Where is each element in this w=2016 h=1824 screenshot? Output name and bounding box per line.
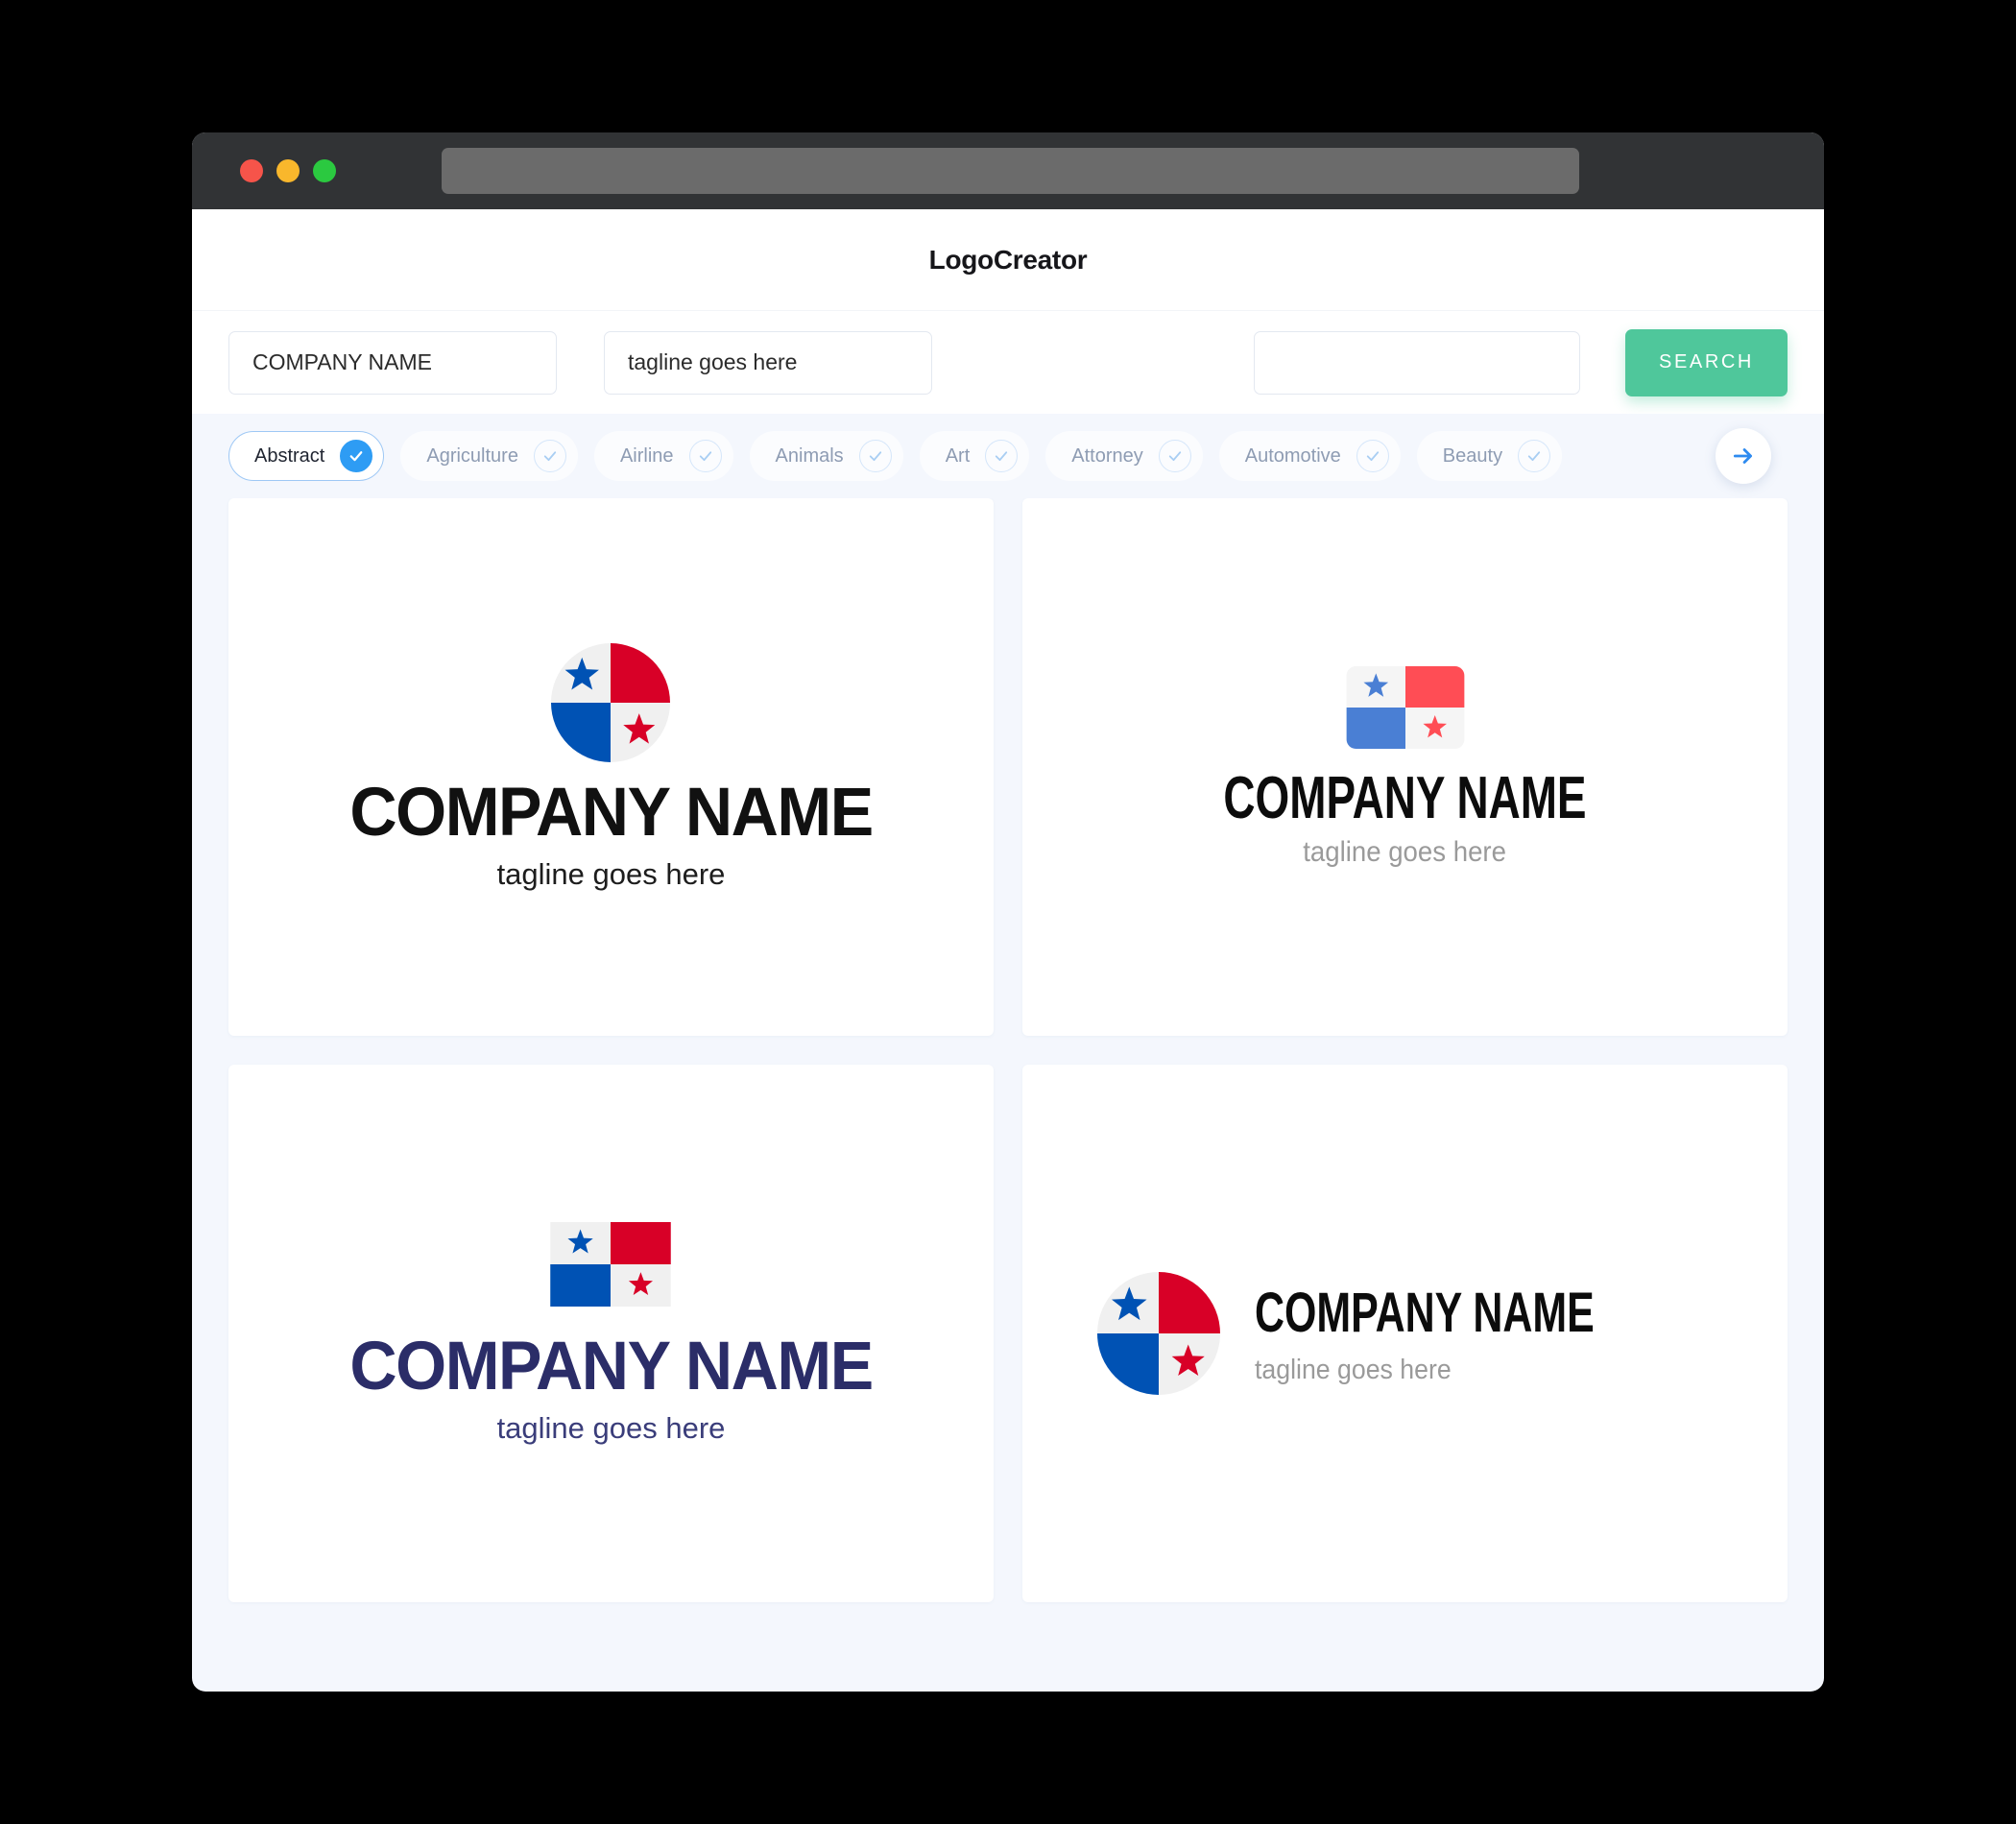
category-chip-label: Beauty [1442, 444, 1503, 467]
panama-flag-rect-icon [550, 1221, 672, 1307]
logo-mark [550, 1221, 672, 1307]
logo-company-name: COMPANY NAME [1223, 764, 1587, 831]
keyword-input[interactable] [1254, 330, 1580, 395]
tagline-input[interactable] [604, 330, 932, 395]
logo-tagline: tagline goes here [1303, 835, 1507, 868]
close-window-button[interactable] [240, 159, 263, 182]
browser-titlebar [192, 132, 1824, 209]
category-chip-art[interactable]: Art [919, 431, 1030, 481]
minimize-window-button[interactable] [276, 159, 300, 182]
logo-tagline: tagline goes here [496, 1410, 726, 1445]
category-chip-list: Abstract Agriculture Airline Animals Art Atto… [228, 431, 1563, 481]
category-chip-automotive[interactable]: Automotive [1218, 431, 1401, 481]
panama-flag-rect-icon [1346, 665, 1464, 749]
check-icon [858, 440, 892, 472]
category-chip-label: Airline [619, 444, 674, 467]
arrow-right-icon [1733, 448, 1752, 464]
next-categories-button[interactable] [1716, 428, 1771, 484]
category-chip-agriculture[interactable]: Agriculture [400, 431, 578, 481]
check-icon [985, 440, 1019, 472]
logo-mark [551, 642, 671, 762]
browser-window: LogoCreator SEARCH Abstract Agriculture Ai… [192, 132, 1824, 1692]
category-chip-label: Art [945, 444, 971, 467]
category-chip-beauty[interactable]: Beauty [1416, 431, 1563, 481]
logo-text-block: COMPANY NAME tagline goes here [339, 762, 883, 892]
logo-company-name: COMPANY NAME [349, 1328, 874, 1404]
category-chip-animals[interactable]: Animals [749, 431, 903, 481]
category-chip-airline[interactable]: Airline [593, 431, 733, 481]
check-icon [1158, 440, 1191, 472]
logo-result-card[interactable]: COMPANY NAME tagline goes here [1022, 498, 1788, 1036]
address-bar[interactable] [442, 148, 1579, 194]
category-chip-label: Automotive [1244, 444, 1341, 467]
category-chip-label: Abstract [254, 444, 325, 467]
category-chip-attorney[interactable]: Attorney [1045, 431, 1203, 481]
check-icon [340, 440, 373, 472]
logo-preview: COMPANY NAME tagline goes here [1160, 665, 1650, 869]
search-bar: SEARCH [192, 310, 1824, 414]
logo-tagline: tagline goes here [1254, 1355, 1452, 1385]
check-icon [533, 440, 566, 472]
logo-tagline: tagline goes here [496, 856, 726, 891]
company-name-input[interactable] [228, 330, 557, 395]
category-chip-abstract[interactable]: Abstract [228, 431, 385, 481]
maximize-window-button[interactable] [313, 159, 336, 182]
logo-text-block: COMPANY NAME tagline goes here [339, 1307, 883, 1446]
logo-result-card[interactable]: COMPANY NAME tagline goes here [228, 1065, 994, 1602]
logo-preview: COMPANY NAME tagline goes here [339, 642, 883, 892]
check-icon [1518, 440, 1551, 472]
logo-result-card[interactable]: COMPANY NAME tagline goes here [1022, 1065, 1788, 1602]
logo-company-name: COMPANY NAME [1254, 1282, 1595, 1344]
category-chip-label: Attorney [1071, 444, 1143, 467]
logo-text-block: COMPANY NAME tagline goes here [1255, 1281, 1714, 1386]
app-header: LogoCreator [192, 209, 1824, 310]
logo-mark [1096, 1272, 1220, 1395]
logo-results-grid: COMPANY NAME tagline goes here COMPANY NAM… [192, 498, 1824, 1639]
category-chip-label: Agriculture [426, 444, 518, 467]
window-controls [240, 159, 336, 182]
app-title: LogoCreator [928, 244, 1088, 275]
logo-text-block: COMPANY NAME tagline goes here [1160, 749, 1650, 869]
logo-company-name: COMPANY NAME [349, 774, 874, 851]
check-icon [1356, 440, 1389, 472]
logo-result-card[interactable]: COMPANY NAME tagline goes here [228, 498, 994, 1036]
category-filter-bar: Abstract Agriculture Airline Animals Art Atto… [192, 414, 1824, 498]
check-icon [688, 440, 722, 472]
search-button[interactable]: SEARCH [1625, 328, 1788, 396]
panama-flag-circle-icon [551, 642, 671, 762]
logo-preview: COMPANY NAME tagline goes here [1096, 1272, 1714, 1395]
logo-mark [1346, 665, 1465, 749]
panama-flag-circle-icon [1096, 1272, 1220, 1395]
category-chip-label: Animals [775, 444, 844, 467]
logo-preview: COMPANY NAME tagline goes here [339, 1221, 883, 1446]
